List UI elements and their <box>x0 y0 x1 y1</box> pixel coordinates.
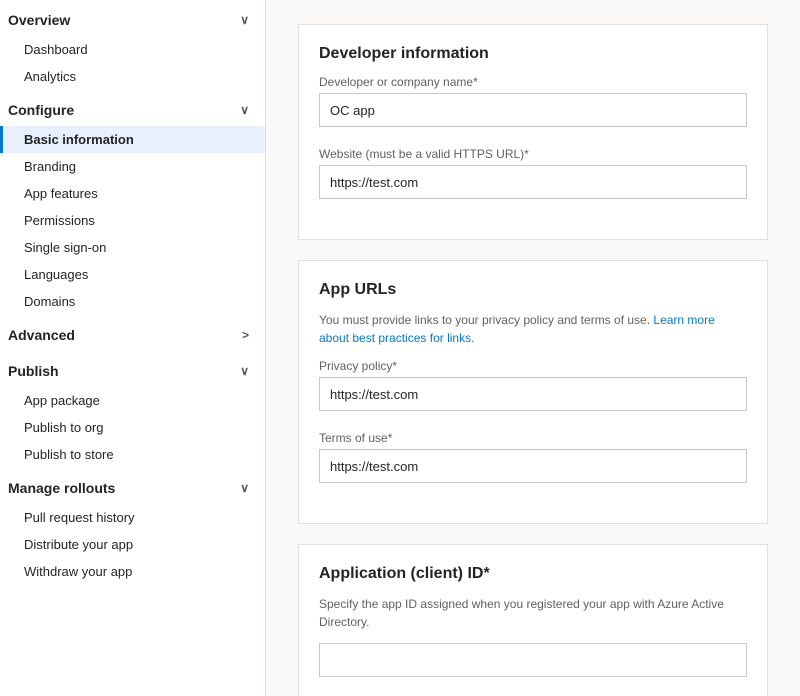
sidebar-item-withdraw-your-app[interactable]: Withdraw your app <box>0 558 265 585</box>
app-urls-title: App URLs <box>319 281 747 299</box>
terms-of-use-label: Terms of use* <box>319 431 747 445</box>
sidebar-chevron-configure: ∨ <box>240 103 249 117</box>
sidebar-item-analytics[interactable]: Analytics <box>0 63 265 90</box>
sidebar-chevron-manage-rollouts: ∨ <box>240 481 249 495</box>
app-urls-card: App URLs You must provide links to your … <box>298 260 768 524</box>
app-client-id-description: Specify the app ID assigned when you reg… <box>319 595 747 631</box>
sidebar-item-domains[interactable]: Domains <box>0 288 265 315</box>
privacy-policy-group: Privacy policy* <box>319 359 747 411</box>
sidebar-section-label-overview: Overview <box>8 12 70 28</box>
sidebar-item-basic-information[interactable]: Basic information <box>0 126 265 153</box>
sidebar-item-pull-request-history[interactable]: Pull request history <box>0 504 265 531</box>
sidebar-item-branding[interactable]: Branding <box>0 153 265 180</box>
sidebar-item-publish-to-store[interactable]: Publish to store <box>0 441 265 468</box>
privacy-policy-input[interactable] <box>319 377 747 411</box>
sidebar-item-app-features[interactable]: App features <box>0 180 265 207</box>
sidebar-chevron-overview: ∨ <box>240 13 249 27</box>
sidebar-section-label-configure: Configure <box>8 102 74 118</box>
sidebar-item-distribute-your-app[interactable]: Distribute your app <box>0 531 265 558</box>
website-label: Website (must be a valid HTTPS URL)* <box>319 147 747 161</box>
sidebar-section-advanced[interactable]: Advanced > <box>0 315 265 351</box>
sidebar-section-label-advanced: Advanced <box>8 327 75 343</box>
website-input[interactable] <box>319 165 747 199</box>
developer-name-input[interactable] <box>319 93 747 127</box>
app-urls-desc-text: You must provide links to your privacy p… <box>319 313 650 327</box>
privacy-policy-label: Privacy policy* <box>319 359 747 373</box>
sidebar-section-configure[interactable]: Configure ∨ <box>0 90 265 126</box>
app-client-id-title: Application (client) ID* <box>319 565 747 583</box>
sidebar-section-overview[interactable]: Overview ∨ <box>0 0 265 36</box>
app-client-id-card: Application (client) ID* Specify the app… <box>298 544 768 696</box>
sidebar-chevron-advanced: > <box>242 328 249 342</box>
app-urls-description: You must provide links to your privacy p… <box>319 311 747 347</box>
sidebar-section-manage-rollouts[interactable]: Manage rollouts ∨ <box>0 468 265 504</box>
website-group: Website (must be a valid HTTPS URL)* <box>319 147 747 199</box>
developer-info-card: Developer information Developer or compa… <box>298 24 768 240</box>
developer-name-label: Developer or company name* <box>319 75 747 89</box>
main-content: Developer information Developer or compa… <box>266 0 800 696</box>
sidebar-item-publish-to-org[interactable]: Publish to org <box>0 414 265 441</box>
app-client-id-input[interactable] <box>319 643 747 677</box>
sidebar-item-languages[interactable]: Languages <box>0 261 265 288</box>
sidebar-item-app-package[interactable]: App package <box>0 387 265 414</box>
sidebar-chevron-publish: ∨ <box>240 364 249 378</box>
sidebar-item-dashboard[interactable]: Dashboard <box>0 36 265 63</box>
sidebar-item-permissions[interactable]: Permissions <box>0 207 265 234</box>
terms-of-use-input[interactable] <box>319 449 747 483</box>
sidebar-section-label-publish: Publish <box>8 363 59 379</box>
developer-name-group: Developer or company name* <box>319 75 747 127</box>
app-client-id-group <box>319 643 747 677</box>
sidebar-item-single-sign-on[interactable]: Single sign-on <box>0 234 265 261</box>
sidebar-section-publish[interactable]: Publish ∨ <box>0 351 265 387</box>
terms-of-use-group: Terms of use* <box>319 431 747 483</box>
sidebar-section-label-manage-rollouts: Manage rollouts <box>8 480 115 496</box>
developer-info-title: Developer information <box>319 45 747 63</box>
sidebar: Overview ∨ DashboardAnalytics Configure ∨ Bas… <box>0 0 266 696</box>
